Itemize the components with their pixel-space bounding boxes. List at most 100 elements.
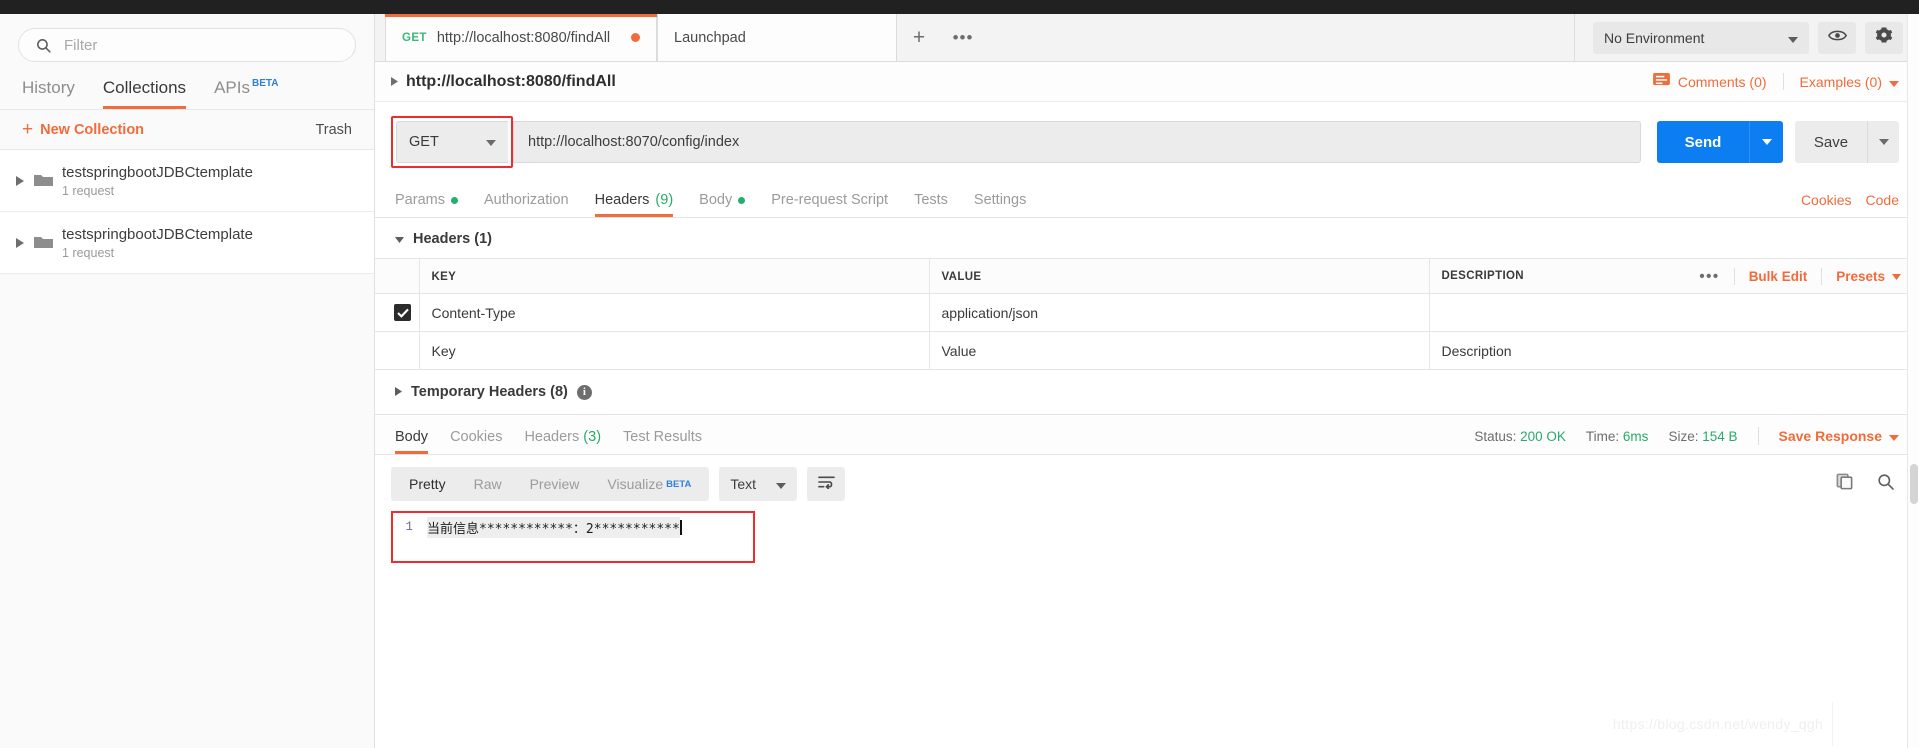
- chevron-down-icon: [776, 476, 787, 492]
- header-col-description-inner: DESCRIPTION ••• Bulk Edit Presets: [1442, 267, 1919, 285]
- view-mode-pretty[interactable]: Pretty: [395, 467, 460, 501]
- tab-launchpad[interactable]: Launchpad: [657, 14, 897, 61]
- tab-headers[interactable]: Headers (9): [582, 192, 687, 217]
- tab-authorization-label: Authorization: [483, 192, 569, 208]
- postman-window: Filter History Collections APIs BETA + Ne…: [0, 0, 1919, 748]
- table-row[interactable]: Content-Type application/json: [375, 293, 1919, 332]
- list-item[interactable]: testspringbootJDBCtemplate 1 request: [0, 150, 374, 212]
- response-tab-cookies[interactable]: Cookies: [439, 429, 513, 454]
- table-header-row: KEY VALUE DESCRIPTION ••• Bulk Edit Pres…: [375, 258, 1919, 294]
- collection-name: testspringbootJDBCtemplate: [62, 225, 253, 243]
- save-group: Save: [1795, 121, 1899, 163]
- sidebar-tab-apis[interactable]: APIs BETA: [200, 78, 292, 109]
- scrollbar-thumb[interactable]: [1910, 464, 1918, 504]
- new-header-description-input[interactable]: Description: [1429, 331, 1919, 370]
- temporary-headers-row[interactable]: Temporary Headers (8) i: [375, 370, 1919, 415]
- tab-headers-count: (9): [655, 192, 674, 208]
- table-row[interactable]: Key Value Description: [375, 331, 1919, 370]
- sidebar-tab-collections[interactable]: Collections: [89, 78, 200, 109]
- cookies-link[interactable]: Cookies: [1801, 192, 1852, 208]
- time-label: Time:: [1585, 428, 1620, 444]
- response-tab-headers-count: (3): [583, 429, 602, 445]
- tab-body[interactable]: Body: [686, 192, 758, 217]
- tab-options-button[interactable]: •••: [941, 14, 985, 61]
- time-value: 6ms: [1622, 428, 1649, 444]
- size-badge: Size: 154 B: [1668, 429, 1737, 444]
- view-mode-visualize[interactable]: Visualize BETA: [593, 467, 705, 501]
- new-tab-button[interactable]: +: [897, 14, 941, 61]
- list-item[interactable]: testspringbootJDBCtemplate 1 request: [0, 212, 374, 274]
- new-collection-button[interactable]: + New Collection: [22, 120, 144, 139]
- headers-section-title-row[interactable]: Headers (1): [375, 218, 1919, 258]
- vertical-scrollbar[interactable]: [1907, 14, 1919, 748]
- save-button[interactable]: Save: [1795, 121, 1867, 163]
- header-col-value-label: VALUE: [941, 271, 982, 283]
- sidebar-tabs: History Collections APIs BETA: [0, 62, 374, 110]
- new-header-key-input[interactable]: Key: [419, 331, 930, 370]
- save-options-button[interactable]: [1867, 121, 1899, 163]
- response-tab-body[interactable]: Body: [391, 429, 439, 454]
- chevron-right-icon[interactable]: [12, 175, 28, 186]
- code-link[interactable]: Code: [1866, 192, 1899, 208]
- send-button[interactable]: Send: [1657, 121, 1749, 163]
- list-item-text: testspringbootJDBCtemplate 1 request: [58, 164, 253, 198]
- chevron-down-icon: [1889, 74, 1899, 90]
- response-tab-headers-label: Headers: [524, 429, 580, 445]
- search-input[interactable]: Filter: [18, 28, 356, 62]
- request-section-tabs: Params Authorization Headers (9) Body Pr…: [375, 182, 1919, 218]
- header-value-cell[interactable]: application/json: [929, 293, 1430, 332]
- comments-button[interactable]: Comments (0): [1652, 73, 1784, 90]
- environment-quick-look-button[interactable]: [1818, 21, 1856, 54]
- wrap-lines-button[interactable]: [807, 467, 846, 501]
- settings-button[interactable]: [1865, 21, 1903, 54]
- response-tab-test-results[interactable]: Test Results: [612, 429, 713, 454]
- tab-request-findall[interactable]: GET http://localhost:8080/findAll: [385, 14, 657, 61]
- new-collection-label: New Collection: [40, 121, 145, 138]
- header-key-cell[interactable]: Content-Type: [419, 293, 930, 332]
- response-body-toolbar: Pretty Raw Preview Visualize BETA Text: [375, 455, 1919, 511]
- chevron-right-icon: [395, 383, 402, 401]
- info-icon[interactable]: i: [576, 384, 592, 400]
- comment-icon: [1652, 73, 1670, 90]
- tab-pre-request-script[interactable]: Pre-request Script: [758, 192, 901, 217]
- tab-tests[interactable]: Tests: [901, 192, 961, 217]
- headers-table-actions: ••• Bulk Edit Presets: [1699, 267, 1901, 285]
- search-icon: [35, 37, 52, 54]
- environment-selector[interactable]: No Environment: [1593, 21, 1809, 54]
- size-value: 154 B: [1702, 428, 1738, 444]
- tab-authorization[interactable]: Authorization: [471, 192, 582, 217]
- send-options-button[interactable]: [1749, 121, 1783, 163]
- response-tab-headers[interactable]: Headers (3): [513, 429, 612, 454]
- response-tab-test-results-label: Test Results: [623, 429, 703, 445]
- tab-params[interactable]: Params: [391, 192, 471, 217]
- response-format-selector[interactable]: Text: [719, 467, 798, 501]
- chevron-right-icon[interactable]: [391, 77, 398, 86]
- search-icon[interactable]: [1876, 472, 1895, 496]
- view-mode-pretty-label: Pretty: [409, 476, 446, 492]
- trash-button[interactable]: Trash: [315, 122, 352, 138]
- headers-more-options-icon[interactable]: •••: [1699, 268, 1719, 285]
- header-description-cell[interactable]: [1429, 293, 1919, 332]
- divider: [1733, 267, 1735, 285]
- tab-settings[interactable]: Settings: [961, 192, 1039, 217]
- examples-button[interactable]: Examples (0): [1784, 74, 1899, 90]
- new-header-value-input[interactable]: Value: [929, 331, 1430, 370]
- bulk-edit-button[interactable]: Bulk Edit: [1749, 269, 1808, 284]
- http-method-selector[interactable]: GET: [396, 121, 508, 163]
- url-input[interactable]: http://localhost:8070/config/index: [513, 121, 1641, 163]
- sidebar-tab-history-label: History: [22, 78, 75, 97]
- view-mode-raw[interactable]: Raw: [460, 467, 516, 501]
- presets-button[interactable]: Presets: [1836, 269, 1885, 284]
- response-body-line[interactable]: 1 当前信息************：2***********: [375, 511, 1919, 538]
- header-enabled-checkbox[interactable]: [394, 304, 412, 321]
- chevron-down-icon: [395, 230, 404, 248]
- copy-icon[interactable]: [1835, 472, 1854, 496]
- gear-icon: [1875, 26, 1893, 49]
- view-mode-preview[interactable]: Preview: [516, 467, 594, 501]
- sidebar-tab-history[interactable]: History: [0, 78, 89, 109]
- tab-body-label: Body: [699, 192, 733, 208]
- header-col-description-label: DESCRIPTION: [1441, 270, 1524, 282]
- environment-selected-label: No Environment: [1604, 29, 1705, 46]
- chevron-right-icon[interactable]: [12, 237, 28, 248]
- save-response-button[interactable]: Save Response: [1779, 428, 1899, 444]
